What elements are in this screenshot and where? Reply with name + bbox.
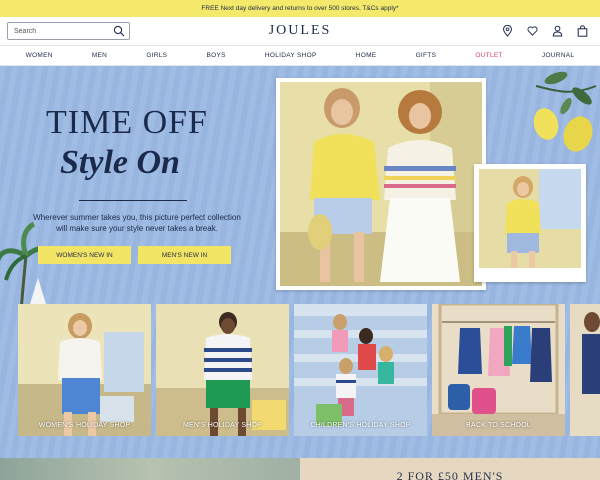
lemon-branch-illustration	[533, 71, 597, 152]
hero-headline: TIME OFF	[46, 104, 208, 141]
girl-photo	[479, 169, 581, 268]
back-to-school-image	[432, 304, 565, 436]
category-tile-womens-holiday[interactable]: WOMEN'S HOLIDAY SHOP	[18, 304, 151, 436]
mens-new-in-button[interactable]: MEN'S NEW IN	[138, 246, 231, 264]
nav-item-outlet[interactable]: OUTLET	[475, 52, 502, 59]
nav-item-women[interactable]: WOMEN	[26, 52, 53, 59]
promo-text: FREE Next day delivery and returns to ov…	[201, 5, 399, 12]
hero-divider	[79, 200, 187, 201]
promo-banner[interactable]: FREE Next day delivery and returns to ov…	[0, 0, 600, 17]
store-locator-icon[interactable]	[502, 24, 513, 37]
landscape-image	[0, 458, 300, 480]
site-header: JOULES	[0, 17, 600, 45]
search-box[interactable]	[7, 22, 130, 40]
nav-item-gifts[interactable]: GIFTS	[416, 52, 437, 59]
secondary-promo-strip[interactable]: 2 FOR £50 MEN'S	[0, 458, 600, 480]
hero-polaroid-photo	[474, 164, 586, 282]
two-women-photo	[280, 82, 482, 286]
main-navigation: WOMEN MEN GIRLS BOYS HOLIDAY SHOP HOME G…	[0, 45, 600, 66]
bag-icon[interactable]	[577, 24, 588, 37]
category-label: MEN'S HOLIDAY SHOP	[183, 422, 262, 429]
category-tiles: WOMEN'S HOLIDAY SHOP MEN'S HOLIDAY SHOP	[0, 304, 600, 438]
hero-main-photo	[276, 78, 486, 290]
category-tile-mens-holiday[interactable]: MEN'S HOLIDAY SHOP	[156, 304, 289, 436]
nav-item-men[interactable]: MEN	[92, 52, 107, 59]
category-label: CHILDREN'S HOLIDAY SHOP	[310, 422, 411, 429]
nav-item-boys[interactable]: BOYS	[206, 52, 225, 59]
category-label: WOMEN'S HOLIDAY SHOP	[38, 422, 131, 429]
mens-offer-banner[interactable]: 2 FOR £50 MEN'S	[300, 458, 600, 480]
category-label: BACK TO SCHOOL	[466, 422, 531, 429]
hero-description: Wherever summer takes you, this picture …	[33, 213, 241, 233]
hero-banner[interactable]: TIME OFF Style On Wherever summer takes …	[0, 66, 600, 458]
account-icon[interactable]	[552, 24, 563, 37]
mens-offer-text: 2 FOR £50 MEN'S	[396, 469, 504, 480]
nav-item-home[interactable]: HOME	[356, 52, 377, 59]
nav-item-journal[interactable]: JOURNAL	[542, 52, 574, 59]
hero-subheadline: Style On	[60, 144, 180, 181]
childrens-holiday-image	[294, 304, 427, 436]
nav-item-holiday-shop[interactable]: HOLIDAY SHOP	[265, 52, 317, 59]
wishlist-heart-icon[interactable]	[527, 24, 538, 36]
partial-category-image	[570, 304, 600, 436]
womens-new-in-button[interactable]: WOMEN'S NEW IN	[38, 246, 131, 264]
search-icon[interactable]	[113, 25, 125, 37]
category-tile-back-to-school[interactable]: BACK TO SCHOOL	[432, 304, 565, 436]
nav-item-girls[interactable]: GIRLS	[146, 52, 167, 59]
womens-holiday-image	[18, 304, 151, 436]
mens-holiday-image	[156, 304, 289, 436]
brand-logo[interactable]: JOULES	[240, 23, 360, 39]
category-tile-childrens-holiday[interactable]: CHILDREN'S HOLIDAY SHOP	[294, 304, 427, 436]
search-input[interactable]	[14, 27, 109, 35]
category-tile-partial[interactable]	[570, 304, 600, 436]
